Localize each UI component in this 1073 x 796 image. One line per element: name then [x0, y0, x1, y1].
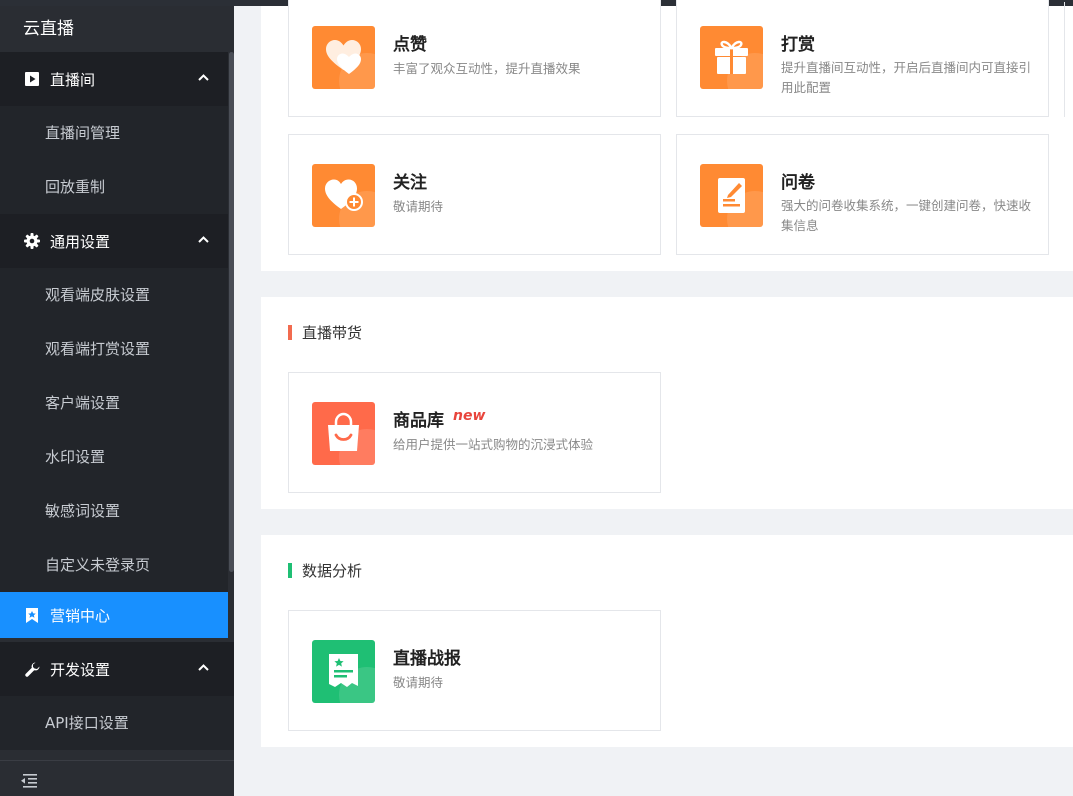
sidebar-group-dev-settings[interactable]: 开发设置: [0, 642, 234, 696]
card-description: 敬请期待: [393, 675, 444, 690]
sidebar: 云直播 直播间 直播间管理 回放重制 通用设置 观看端皮肤设置 观看端打赏设置 …: [0, 6, 234, 796]
sidebar-group-label: 通用设置: [50, 232, 111, 251]
card-title: 问卷: [781, 173, 815, 193]
sidebar-group-live-room[interactable]: 直播间: [0, 52, 234, 106]
card-title: 点赞: [393, 35, 427, 55]
card-description: 给用户提供一站式购物的沉浸式体验: [393, 437, 594, 452]
new-badge: new: [453, 408, 486, 424]
card-title: 直播战报: [393, 649, 461, 669]
card-follow[interactable]: 关注 敬请期待: [288, 134, 661, 255]
sidebar-item-replay-remake[interactable]: 回放重制: [0, 160, 234, 214]
sidebar-group-label: 直播间: [50, 70, 96, 89]
brand-title: 云直播: [0, 6, 234, 52]
sidebar-item-custom-login-page[interactable]: 自定义未登录页: [0, 538, 234, 592]
sidebar-item-client-settings[interactable]: 客户端设置: [0, 376, 234, 430]
commerce-panel: 直播带货 商品库 new 给用户提供一站式购物的沉浸式体验: [261, 297, 1073, 509]
heart-like-icon: [312, 26, 375, 89]
shopping-bag-icon: [312, 402, 375, 465]
section-marker: [288, 324, 292, 340]
interaction-panel: 点赞 丰富了观众互动性，提升直播效果 打赏 提升直播间互动性，开启后直播间内可直…: [261, 0, 1073, 271]
section-title-commerce: 直播带货: [288, 322, 362, 342]
sidebar-item-viewer-skin[interactable]: 观看端皮肤设置: [0, 268, 234, 322]
sidebar-footer: [0, 760, 234, 796]
sidebar-item-api-settings[interactable]: API接口设置: [0, 696, 234, 750]
questionnaire-icon: [700, 164, 763, 227]
card-questionnaire[interactable]: 问卷 强大的问卷收集系统，一键创建问卷，快速收集信息: [676, 134, 1049, 255]
sidebar-item-live-room-manage[interactable]: 直播间管理: [0, 106, 234, 160]
analytics-panel: 数据分析 直播战报 敬请期待: [261, 535, 1073, 747]
chevron-up-icon[interactable]: [196, 660, 210, 674]
sidebar-group-general-settings[interactable]: 通用设置: [0, 214, 234, 268]
collapse-menu-icon[interactable]: [19, 773, 37, 789]
heart-plus-icon: [312, 164, 375, 227]
section-title-text: 直播带货: [302, 323, 363, 342]
sidebar-item-viewer-reward[interactable]: 观看端打赏设置: [0, 322, 234, 376]
card-title: 商品库: [393, 411, 444, 431]
card-product-library[interactable]: 商品库 new 给用户提供一站式购物的沉浸式体验: [288, 372, 661, 493]
sidebar-item-watermark[interactable]: 水印设置: [0, 430, 234, 484]
card-partial: [1064, 2, 1073, 117]
chevron-up-icon[interactable]: [196, 70, 210, 84]
card-description: 提升直播间互动性，开启后直播间内可直接引用此配置: [781, 60, 1032, 95]
card-title: 打赏: [781, 35, 815, 55]
sidebar-group-label: 开发设置: [50, 660, 111, 679]
card-like[interactable]: 点赞 丰富了观众互动性，提升直播效果: [288, 0, 661, 117]
card-live-report[interactable]: 直播战报 敬请期待: [288, 610, 661, 731]
section-marker: [288, 562, 292, 578]
report-icon: [312, 640, 375, 703]
sidebar-item-label: 营销中心: [50, 606, 111, 625]
section-title-analytics: 数据分析: [288, 560, 362, 580]
card-description: 敬请期待: [393, 199, 444, 214]
sidebar-item-marketing-center[interactable]: 营销中心: [0, 592, 228, 638]
sidebar-item-sensitive-words[interactable]: 敏感词设置: [0, 484, 234, 538]
wrench-icon: [23, 660, 41, 678]
card-description: 丰富了观众互动性，提升直播效果: [393, 61, 581, 76]
gift-icon: [700, 26, 763, 89]
card-title: 关注: [393, 173, 427, 193]
card-description: 强大的问卷收集系统，一键创建问卷，快速收集信息: [781, 198, 1032, 233]
gear-icon: [23, 232, 41, 250]
play-icon: [23, 70, 41, 88]
chevron-up-icon[interactable]: [196, 232, 210, 246]
bookmark-icon: [23, 606, 41, 624]
main-content: 点赞 丰富了观众互动性，提升直播效果 打赏 提升直播间互动性，开启后直播间内可直…: [234, 0, 1073, 796]
section-title-text: 数据分析: [302, 561, 363, 580]
card-reward[interactable]: 打赏 提升直播间互动性，开启后直播间内可直接引用此配置: [676, 0, 1049, 117]
